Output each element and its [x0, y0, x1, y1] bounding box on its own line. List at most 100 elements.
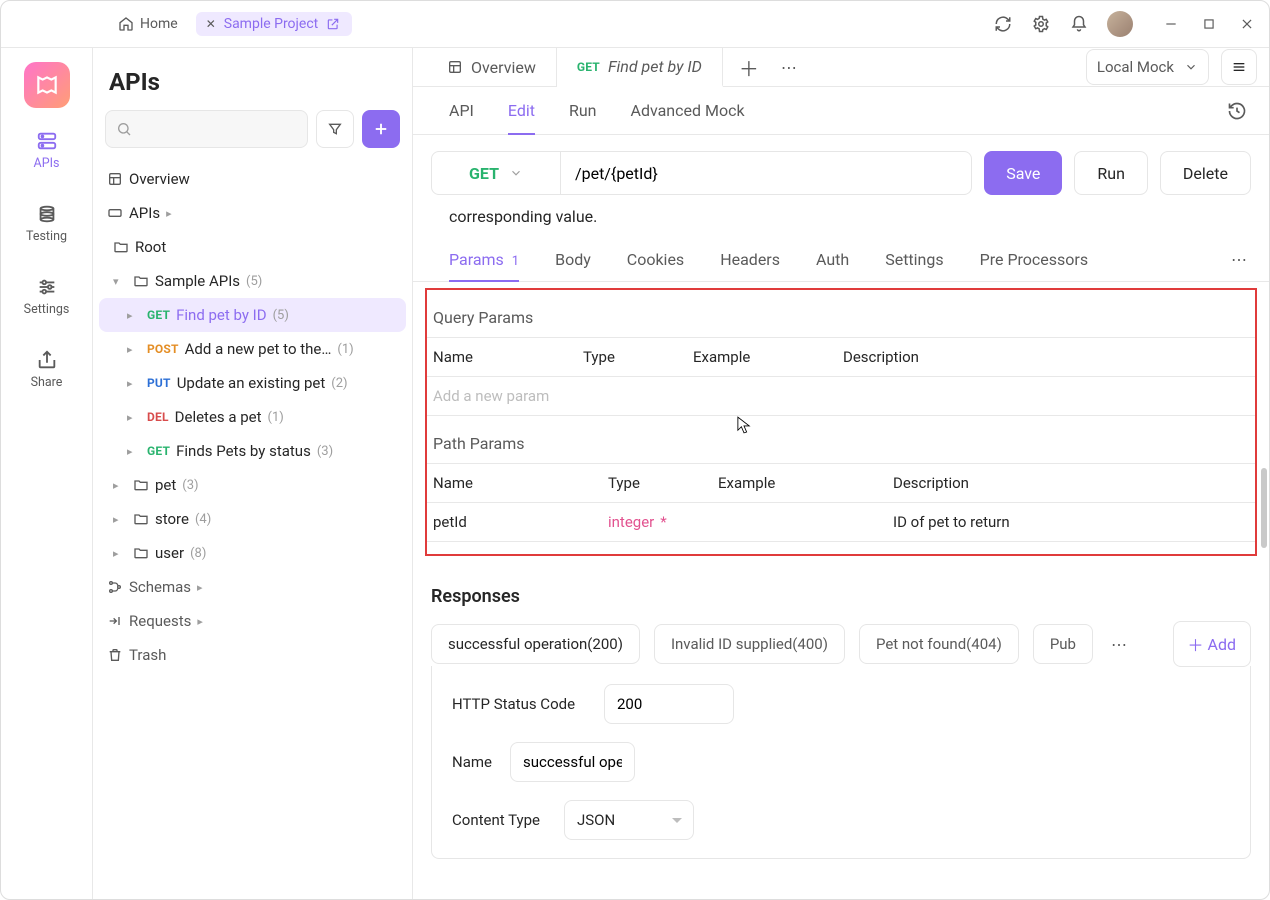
tree-endpoint[interactable]: ▸ PUT Update an existing pet (2) [99, 366, 406, 400]
rail-settings[interactable]: Settings [9, 266, 85, 327]
param-tab-params[interactable]: Params 1 [449, 238, 519, 281]
window-maximize-icon[interactable] [1199, 14, 1219, 34]
tree-folder-label: store [155, 510, 189, 528]
col-name: Name [427, 464, 602, 503]
folder-icon [133, 545, 149, 561]
chevron-down-icon [509, 166, 523, 180]
tree-apis-root[interactable]: APIs ▸ [99, 196, 406, 230]
tab-find-pet[interactable]: GET Find pet by ID [557, 48, 723, 87]
tab-overflow[interactable]: ⋯ [781, 58, 797, 77]
filter-button[interactable] [316, 110, 354, 148]
param-tab-body[interactable]: Body [555, 238, 591, 281]
tree-folder[interactable]: ▸ store (4) [99, 502, 406, 536]
param-desc: ID of pet to return [887, 503, 1255, 542]
mode-tab-edit[interactable]: Edit [508, 87, 535, 134]
tree-folder-root[interactable]: Root [99, 230, 406, 264]
document-tabs: Overview GET Find pet by ID ＋ ⋯ Local Mo… [413, 48, 1269, 87]
history-button[interactable] [1227, 101, 1247, 121]
scrollbar-thumb[interactable] [1261, 468, 1267, 548]
add-button[interactable] [362, 110, 400, 148]
tree-schemas[interactable]: Schemas ▸ [99, 570, 406, 604]
tree-endpoint[interactable]: ▸ GET Finds Pets by status (3) [99, 434, 406, 468]
window-close-icon[interactable] [1237, 14, 1257, 34]
tree-endpoint[interactable]: ▸ GET Find pet by ID (5) [99, 298, 406, 332]
api-tree: Overview APIs ▸ Root ▾ Sample APIs (5) ▸… [93, 158, 412, 899]
close-icon[interactable]: ✕ [206, 17, 216, 31]
window-minimize-icon[interactable] [1161, 14, 1181, 34]
flask-icon [36, 203, 58, 225]
search-input[interactable] [105, 110, 308, 148]
responses-section: Responses successful operation(200) Inva… [413, 568, 1269, 899]
tree-folder[interactable]: ▸ user (8) [99, 536, 406, 570]
chevron-right-icon: ▸ [127, 309, 141, 322]
param-category-tabs: Params 1 Body Cookies Headers Auth Setti… [413, 232, 1269, 282]
mode-tab-mock[interactable]: Advanced Mock [631, 87, 745, 134]
app-logo[interactable] [24, 62, 70, 108]
chevron-right-icon: ▸ [127, 411, 141, 424]
content-pane: Overview GET Find pet by ID ＋ ⋯ Local Mo… [413, 48, 1269, 899]
environment-label: Local Mock [1097, 58, 1174, 76]
tab-overview[interactable]: Overview [427, 48, 557, 86]
query-params-title: Query Params [427, 300, 1255, 337]
tree-endpoint[interactable]: ▸ POST Add a new pet to the… (1) [99, 332, 406, 366]
response-name-input[interactable] [510, 742, 635, 782]
param-tab-overflow[interactable]: ⋯ [1231, 250, 1247, 269]
tree-folder-label: Root [135, 238, 166, 256]
tree-folder-label: user [155, 544, 184, 562]
response-tab[interactable]: Invalid ID supplied(400) [654, 624, 845, 664]
status-code-input[interactable] [604, 684, 734, 724]
environment-select[interactable]: Local Mock [1086, 49, 1209, 85]
tree-requests[interactable]: Requests ▸ [99, 604, 406, 638]
method-badge: PUT [147, 376, 171, 390]
run-button[interactable]: Run [1074, 151, 1148, 195]
tab-label: Overview [471, 58, 536, 77]
response-tab[interactable]: successful operation(200) [431, 624, 640, 664]
tree-folder[interactable]: ▸ pet (3) [99, 468, 406, 502]
response-tab-overflow[interactable]: ⋯ [1107, 625, 1131, 664]
api-badge-icon [107, 205, 123, 221]
chevron-right-icon: ▸ [127, 377, 141, 390]
url-input[interactable] [561, 151, 972, 195]
delete-button[interactable]: Delete [1160, 151, 1251, 195]
folder-icon [133, 273, 149, 289]
settings-gear-icon[interactable] [1031, 14, 1051, 34]
bell-icon[interactable] [1069, 14, 1089, 34]
param-tab-headers[interactable]: Headers [720, 238, 780, 281]
param-tab-settings[interactable]: Settings [885, 238, 943, 281]
add-param-placeholder[interactable]: Add a new param [433, 387, 549, 405]
tree-endpoint[interactable]: ▸ DEL Deletes a pet (1) [99, 400, 406, 434]
rail-apis[interactable]: APIs [9, 120, 85, 181]
search-icon [116, 121, 132, 137]
mode-tab-api[interactable]: API [449, 87, 474, 134]
tree-overview[interactable]: Overview [99, 162, 406, 196]
rail-testing[interactable]: Testing [9, 193, 85, 254]
sliders-icon [36, 276, 58, 298]
responses-title: Responses [431, 586, 1251, 607]
new-tab-button[interactable]: ＋ [739, 53, 759, 82]
tree-trash[interactable]: Trash [99, 638, 406, 672]
mode-tab-run[interactable]: Run [569, 87, 597, 134]
response-tab[interactable]: Pet not found(404) [859, 624, 1019, 664]
response-tab[interactable]: Pub [1033, 624, 1093, 664]
plus-icon: ＋ [1188, 632, 1204, 656]
param-tab-pre[interactable]: Pre Processors [980, 238, 1088, 281]
avatar[interactable] [1107, 11, 1133, 37]
trash-icon [107, 647, 123, 663]
method-select[interactable]: GET [431, 151, 561, 195]
save-button[interactable]: Save [984, 151, 1062, 195]
path-param-row[interactable]: petId integer* ID of pet to return [427, 503, 1255, 542]
nav-home[interactable]: Home [108, 12, 188, 36]
response-name-label: Name [452, 753, 498, 771]
chevron-right-icon: ▸ [127, 343, 141, 356]
tree-folder-label: pet [155, 476, 176, 494]
tree-folder-sample-apis[interactable]: ▾ Sample APIs (5) [99, 264, 406, 298]
content-type-select[interactable]: JSON [564, 800, 694, 840]
add-response-button[interactable]: ＋ Add [1173, 621, 1252, 667]
param-tab-auth[interactable]: Auth [816, 238, 849, 281]
project-tab[interactable]: ✕ Sample Project [196, 12, 353, 36]
rail-share[interactable]: Share [9, 339, 85, 400]
param-tab-cookies[interactable]: Cookies [627, 238, 684, 281]
tree-count: (2) [331, 376, 347, 391]
right-panel-toggle[interactable] [1221, 49, 1257, 85]
refresh-icon[interactable] [993, 14, 1013, 34]
